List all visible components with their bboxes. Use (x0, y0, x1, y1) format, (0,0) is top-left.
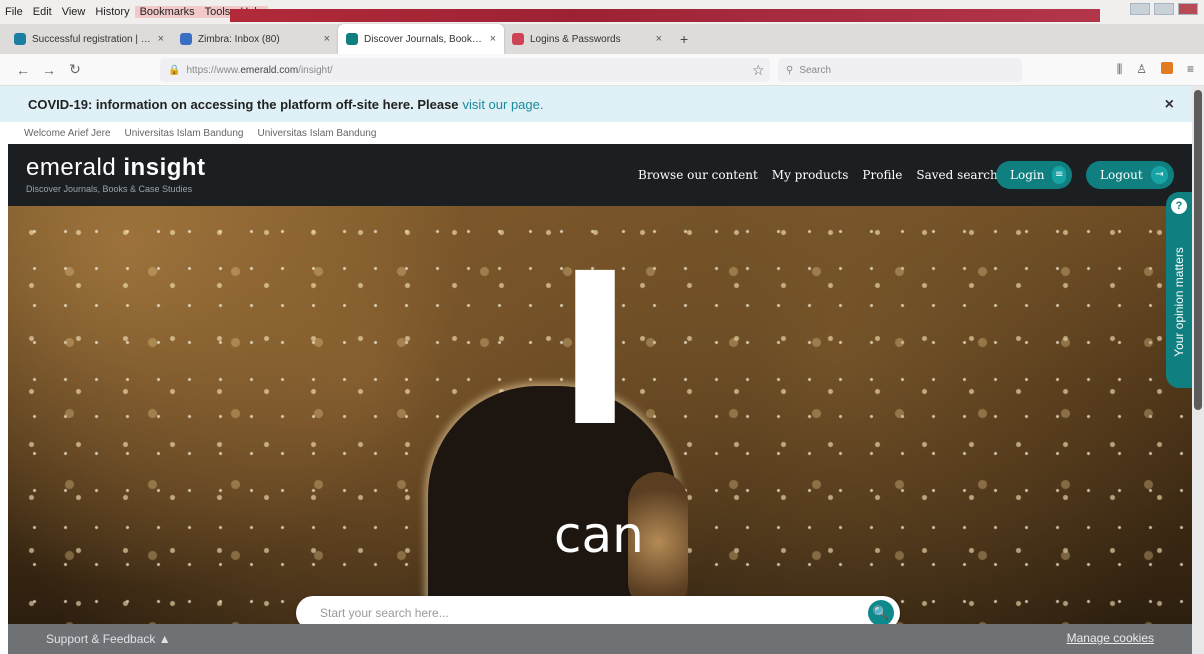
question-icon: ? (1171, 198, 1187, 214)
window-controls (1130, 3, 1198, 15)
tab-zimbra[interactable]: Zimbra: Inbox (80) × (172, 24, 338, 54)
minimize-button[interactable] (1130, 3, 1150, 15)
toolbar-icons: ⫼ ♙ ≡ (1117, 62, 1194, 77)
menu-bar: File Edit View History Bookmarks Tools H… (0, 0, 1204, 24)
navigation-bar: ← → ↻ 🔒 https://www. emerald.com /insigh… (0, 54, 1204, 86)
tab-label: Zimbra: Inbox (80) (198, 33, 280, 45)
institution-name: Universitas Islam Bandung (257, 127, 377, 139)
bookmark-star-icon[interactable]: ☆ (752, 62, 765, 79)
hero-big-letter: I (556, 228, 635, 473)
scrollbar[interactable] (1192, 86, 1204, 654)
opinion-label: Your opinion matters (1172, 247, 1186, 357)
emerald-insight-logo[interactable]: emerald insight Discover Journals, Books… (26, 154, 206, 194)
login-button[interactable]: Login ≡ (996, 161, 1072, 189)
close-icon[interactable]: × (490, 33, 496, 45)
url-bar[interactable]: 🔒 https://www. emerald.com /insight/ (160, 58, 770, 82)
tab-label: Discover Journals, Books & Ca... (364, 33, 484, 45)
logout-button[interactable]: Logout ⇥ (1086, 161, 1174, 189)
feedback-side-tab[interactable]: ? Your opinion matters (1166, 192, 1192, 388)
close-window-button[interactable] (1178, 3, 1198, 15)
header-nav: Browse our content My products Profile S… (638, 168, 1011, 182)
logo-tagline: Discover Journals, Books & Case Studies (26, 184, 193, 194)
support-label: Support & Feedback (46, 632, 156, 646)
menu-view[interactable]: View (57, 6, 91, 18)
url-domain: emerald.com (240, 64, 299, 76)
close-icon[interactable]: × (1165, 96, 1174, 114)
menu-edit[interactable]: Edit (28, 6, 57, 18)
search-placeholder: Start your search here... (320, 606, 449, 620)
new-tab-button[interactable]: + (670, 24, 698, 54)
tab-label: Logins & Passwords (530, 33, 621, 45)
back-arrow-icon[interactable]: ← (10, 62, 36, 78)
site-header: emerald insight Discover Journals, Books… (8, 144, 1192, 206)
nav-my-products[interactable]: My products (772, 168, 849, 182)
reload-icon[interactable]: ↻ (62, 61, 88, 78)
close-icon[interactable]: × (158, 33, 164, 45)
nav-browse-content[interactable]: Browse our content (638, 168, 758, 182)
tab-bar: Successful registration | Emer... × Zimb… (0, 24, 1204, 54)
logout-label: Logout (1100, 168, 1143, 182)
title-strip (230, 9, 1100, 22)
tab-registration[interactable]: Successful registration | Emer... × (6, 24, 172, 54)
footer-bar: Support & Feedback ▲ Manage cookies (8, 624, 1192, 654)
tab-discover-journals[interactable]: Discover Journals, Books & Ca... × (338, 24, 504, 54)
logout-icon: ⇥ (1150, 166, 1168, 184)
tab-label: Successful registration | Emer... (32, 33, 152, 45)
url-prefix: https://www. (186, 64, 241, 76)
nav-profile[interactable]: Profile (862, 168, 902, 182)
hamburger-menu-icon[interactable]: ≡ (1187, 62, 1194, 77)
id-card-icon: ≡ (1052, 166, 1066, 184)
account-icon[interactable]: ♙ (1136, 62, 1147, 77)
menu-file[interactable]: File (0, 6, 28, 18)
institution-name: Universitas Islam Bandung (124, 127, 244, 139)
manage-cookies-link[interactable]: Manage cookies (1067, 631, 1154, 645)
search-icon: ⚲ (786, 64, 794, 76)
close-icon[interactable]: × (656, 33, 662, 45)
menu-history[interactable]: History (90, 6, 134, 18)
login-label: Login (1010, 168, 1045, 182)
browser-search-input[interactable]: ⚲ Search (778, 58, 1022, 82)
forward-arrow-icon[interactable]: → (36, 62, 62, 78)
zimbra-favicon-icon (180, 33, 192, 45)
welcome-user: Welcome Arief Jere (24, 127, 111, 139)
search-placeholder: Search (799, 64, 832, 76)
scrollbar-thumb[interactable] (1194, 90, 1202, 410)
logo-light: emerald (26, 154, 117, 181)
tab-logins-passwords[interactable]: Logins & Passwords × (504, 24, 670, 54)
library-icon[interactable]: ⫼ (1117, 62, 1123, 77)
covid-banner: COVID-19: information on accessing the p… (0, 86, 1204, 122)
visit-our-page-link[interactable]: visit our page. (463, 97, 544, 112)
support-feedback-button[interactable]: Support & Feedback ▲ (46, 632, 171, 646)
welcome-strip: Welcome Arief Jere Universitas Islam Ban… (0, 122, 1204, 144)
logo-bold: insight (123, 154, 206, 181)
hero-banner: I can (8, 206, 1192, 624)
menu-bookmarks[interactable]: Bookmarks (134, 6, 200, 18)
emerald-favicon-icon (14, 33, 26, 45)
url-path: /insight/ (298, 64, 333, 76)
lock-icon: 🔒 (168, 64, 181, 76)
close-icon[interactable]: × (324, 33, 330, 45)
key-favicon-icon (512, 33, 524, 45)
maximize-button[interactable] (1154, 3, 1174, 15)
hero-word: can (554, 506, 644, 564)
banner-text: COVID-19: information on accessing the p… (28, 96, 459, 112)
search-icon[interactable]: 🔍 (868, 600, 894, 626)
caret-up-icon: ▲ (158, 632, 171, 646)
emerald-favicon-icon (346, 33, 358, 45)
extension-icon[interactable] (1160, 62, 1173, 74)
